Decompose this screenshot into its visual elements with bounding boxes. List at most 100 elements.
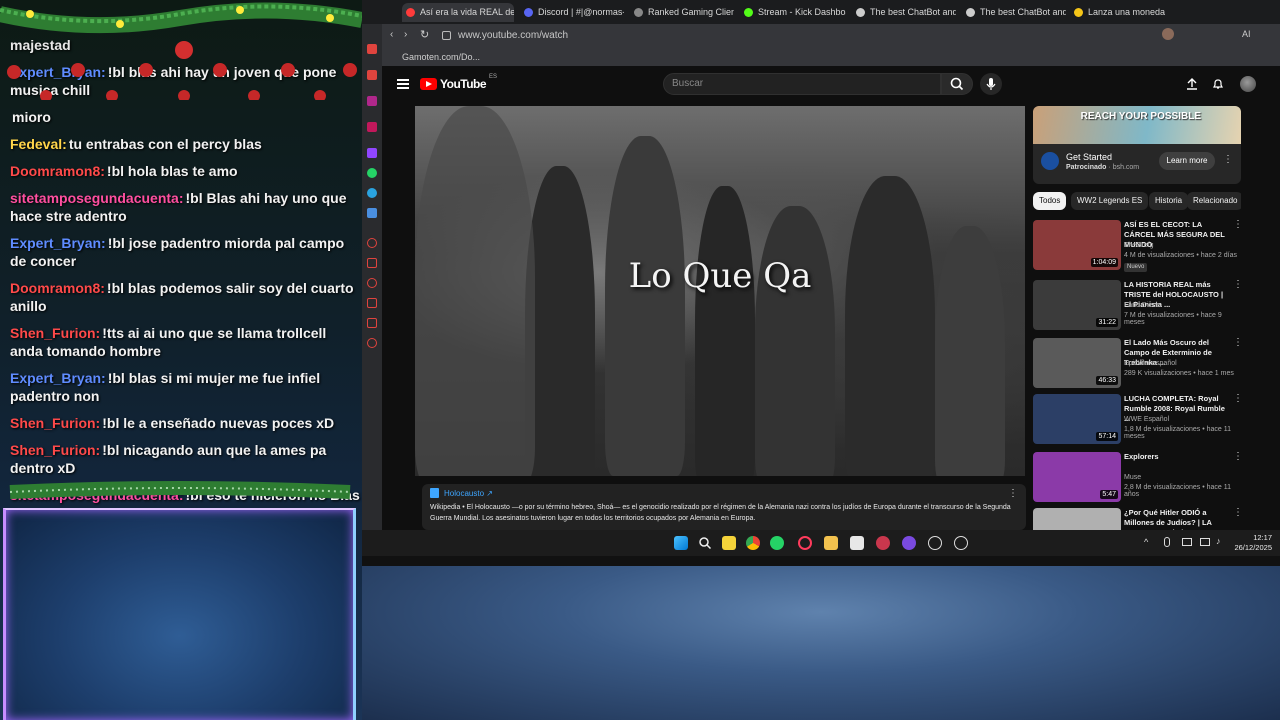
video-thumbnail[interactable]: 46:33 <box>1033 338 1121 388</box>
recommended-video[interactable]: 46:33 El Lado Más Oscuro del Campo de Ext… <box>1033 338 1243 392</box>
sticky-notes-icon[interactable] <box>722 536 736 550</box>
back-icon[interactable]: ‹ <box>390 29 393 40</box>
voice-search-button[interactable] <box>980 73 1002 95</box>
filter-chip[interactable]: Relacionado <box>1187 192 1241 210</box>
sidebar-app-icon[interactable] <box>367 238 377 248</box>
info-panel-link[interactable]: Holocausto ↗ <box>444 488 1018 499</box>
ai-icon[interactable]: AI <box>1242 29 1251 39</box>
search-button[interactable] <box>941 73 973 95</box>
upload-icon[interactable] <box>1186 78 1198 90</box>
discord-icon[interactable] <box>902 536 916 550</box>
chat-text: tu entrabas con el percy blas <box>68 136 262 152</box>
sidebar-app-icon[interactable] <box>367 70 377 80</box>
twitch-icon[interactable] <box>367 148 377 158</box>
volume-icon[interactable]: ♪ <box>1216 536 1221 546</box>
browser-tab[interactable]: Lanza una moneda <box>1070 3 1166 22</box>
calendar-icon[interactable] <box>850 536 864 550</box>
opera-icon[interactable] <box>798 536 812 550</box>
more-options-icon[interactable]: ⋮ <box>1233 338 1243 348</box>
video-player[interactable]: Lo Que Qa <box>415 106 1025 476</box>
profile-icon[interactable] <box>1162 28 1174 40</box>
more-options-icon[interactable]: ⋮ <box>1008 488 1018 499</box>
microphone-icon[interactable] <box>1164 537 1170 547</box>
chat-username[interactable]: Doomramon8: <box>10 280 105 296</box>
tray-chevron-icon[interactable]: ^ <box>1144 537 1148 547</box>
site-info-icon[interactable] <box>442 31 451 40</box>
video-thumbnail[interactable]: 5:47 <box>1033 452 1121 502</box>
video-thumbnail[interactable]: 1:04:09 <box>1033 220 1121 270</box>
app-icon[interactable] <box>876 536 890 550</box>
browser-tab[interactable]: Discord | #|@normas- <box>520 3 624 22</box>
menu-icon[interactable] <box>397 79 409 89</box>
chat-username[interactable]: Shen_Furion: <box>10 415 100 431</box>
sidebar-app-icon[interactable] <box>367 96 377 106</box>
channel-name[interactable]: TheGrefg <box>1124 242 1154 249</box>
sidebar-app-icon[interactable] <box>367 258 377 268</box>
more-options-icon[interactable]: ⋮ <box>1233 394 1243 404</box>
browser-tab[interactable]: The best ChatBot and W <box>962 3 1066 22</box>
channel-name[interactable]: WWE Español <box>1124 416 1169 423</box>
channel-name[interactable]: EpicWar español <box>1124 360 1177 367</box>
more-options-icon[interactable]: ⋮ <box>1233 508 1243 518</box>
notifications-icon[interactable] <box>1212 78 1224 90</box>
whatsapp-icon[interactable] <box>367 168 377 178</box>
extensions-icon[interactable] <box>367 318 377 328</box>
keyboard-icon[interactable] <box>1182 538 1192 546</box>
video-title[interactable]: Explorers <box>1124 452 1230 462</box>
file-explorer-icon[interactable] <box>824 536 838 550</box>
browser-tab[interactable]: The best ChatBot and W <box>852 3 956 22</box>
forward-icon[interactable]: › <box>404 29 407 40</box>
history-icon[interactable] <box>367 278 377 288</box>
more-options-icon[interactable]: ⋮ <box>1233 280 1243 290</box>
chat-username[interactable]: Fedeval: <box>10 136 67 152</box>
filter-chip[interactable]: Todos <box>1033 192 1067 210</box>
display-icon[interactable] <box>1200 538 1210 546</box>
ad-banner[interactable]: REACH YOUR POSSIBLE <box>1033 106 1241 144</box>
whatsapp-icon[interactable] <box>770 536 784 550</box>
sponsored-ad[interactable]: REACH YOUR POSSIBLE Get Started Patrocin… <box>1033 106 1241 184</box>
filter-chip[interactable]: Historia <box>1149 192 1189 210</box>
channel-name[interactable]: Muse <box>1124 474 1141 481</box>
download-icon[interactable] <box>367 298 377 308</box>
chat-text: !bl hola blas te amo <box>106 163 238 179</box>
chat-username[interactable]: Expert_Bryan: <box>10 370 106 386</box>
learn-more-button[interactable]: Learn more <box>1159 152 1215 170</box>
chat-message: Shen_Furion: !bl le a enseñado nuevas poc… <box>10 414 360 432</box>
address-bar[interactable]: www.youtube.com/watch <box>440 27 1040 45</box>
browser-tab[interactable]: Ranked Gaming Client <box>630 3 734 22</box>
telegram-icon[interactable] <box>367 188 377 198</box>
recommended-video[interactable]: 5:47 Explorers Muse 2,8 M de visualizacione… <box>1033 452 1243 506</box>
sidebar-app-icon[interactable] <box>367 44 377 54</box>
more-options-icon[interactable]: ⋮ <box>1233 220 1243 230</box>
browser-tab[interactable]: Así era la vida REAL de lo <box>402 3 514 22</box>
more-options-icon[interactable]: ⋮ <box>1233 452 1243 462</box>
search-input[interactable]: Buscar <box>663 73 941 95</box>
chrome-icon[interactable] <box>746 536 760 550</box>
sidebar-app-icon[interactable] <box>367 208 377 218</box>
video-frame-shape <box>755 206 835 476</box>
recommended-video[interactable]: 57:14 LUCHA COMPLETA: Royal Rumble 2008: … <box>1033 394 1243 448</box>
sidebar-app-icon[interactable] <box>367 122 377 132</box>
video-thumbnail[interactable]: 57:14 <box>1033 394 1121 444</box>
search-icon[interactable] <box>698 536 712 550</box>
settings-icon[interactable] <box>367 338 377 348</box>
filter-chip[interactable]: WW2 Legends ES <box>1071 192 1149 210</box>
video-thumbnail[interactable]: 31:22 <box>1033 280 1121 330</box>
avatar[interactable] <box>1240 76 1256 92</box>
chat-username[interactable]: sitetamposegundacuenta: <box>10 190 183 206</box>
chat-username[interactable]: Doomramon8: <box>10 163 105 179</box>
app-icon[interactable] <box>928 536 942 550</box>
channel-name[interactable]: Farid Dieck <box>1124 302 1159 309</box>
start-icon[interactable] <box>674 536 688 550</box>
reload-icon[interactable]: ↻ <box>420 28 429 41</box>
more-options-icon[interactable]: ⋮ <box>1223 154 1233 166</box>
browser-tab[interactable]: Stream - Kick Dashboard <box>740 3 846 22</box>
recommended-video[interactable]: 31:22 LA HISTORIA REAL más TRISTE del HOL… <box>1033 280 1243 334</box>
recommended-video[interactable]: 1:04:09 ASÍ ES EL CECOT: LA CÁRCEL MÁS SE… <box>1033 220 1243 274</box>
app-icon[interactable] <box>954 536 968 550</box>
chat-username[interactable]: Shen_Furion: <box>10 442 100 458</box>
system-clock[interactable]: 12:17 26/12/2025 <box>1230 533 1272 553</box>
bookmark-item[interactable]: Gamoten.com/Do... <box>402 52 480 62</box>
chat-username[interactable]: Expert_Bryan: <box>10 235 106 251</box>
chat-username[interactable]: Shen_Furion: <box>10 325 100 341</box>
